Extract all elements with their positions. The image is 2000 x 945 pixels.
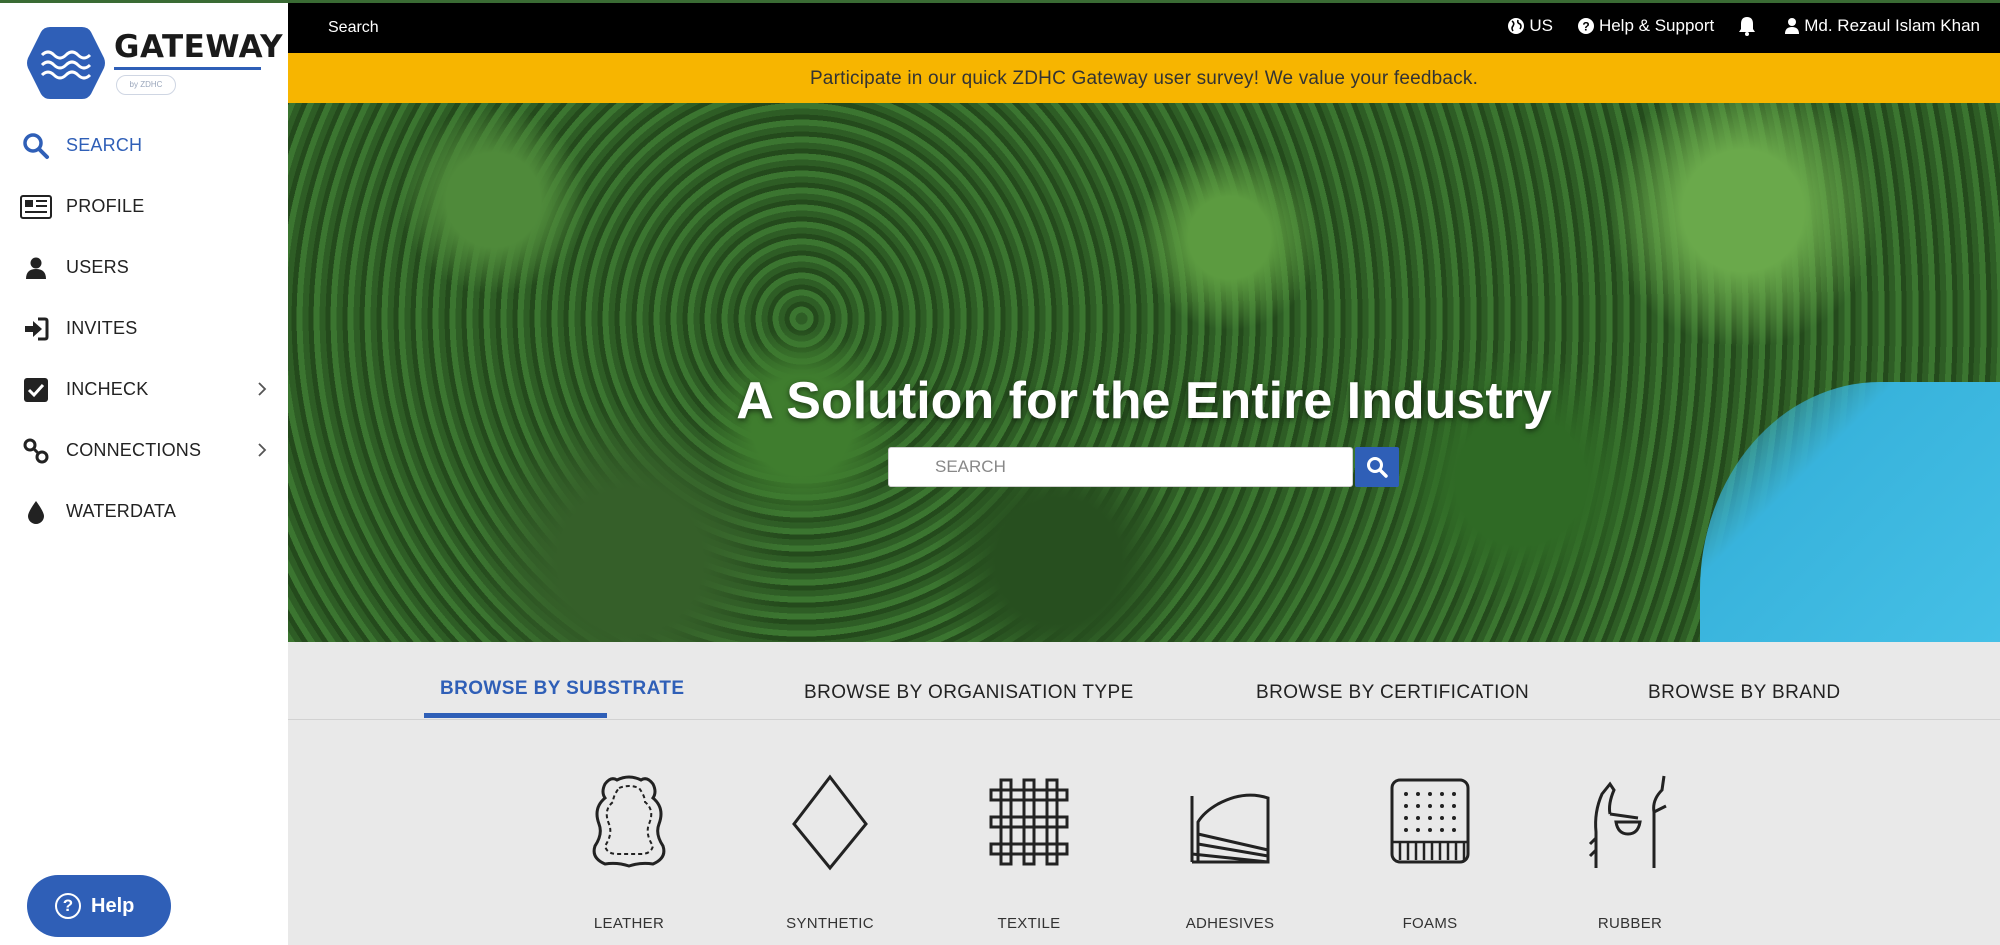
user-menu[interactable]: Md. Rezaul Islam Khan: [1784, 16, 1980, 36]
top-search-link[interactable]: Search: [328, 19, 379, 37]
hero-search-button[interactable]: [1355, 447, 1399, 487]
sidebar-item-users[interactable]: USERS: [0, 237, 288, 298]
textile-icon: [989, 778, 1069, 866]
browse-tabs: BROWSE BY SUBSTRATE BROWSE BY ORGANISATI…: [288, 642, 2000, 720]
chevron-right-icon: [258, 382, 267, 396]
substrate-label: SYNTHETIC: [786, 915, 874, 932]
hero-title: A Solution for the Entire Industry: [736, 372, 1552, 430]
top-bar-actions: US ? Help & Support Md. Rezaul Islam Kha…: [1483, 16, 1980, 36]
survey-banner: Participate in our quick ZDHC Gateway us…: [288, 53, 2000, 103]
sidebar-item-invites[interactable]: INVITES: [0, 298, 288, 359]
substrate-label: TEXTILE: [997, 915, 1061, 932]
chevron-right-icon: [258, 443, 267, 457]
tab-browse-by-substrate[interactable]: BROWSE BY SUBSTRATE: [440, 678, 684, 700]
sidebar: GATEWAY by ZDHC SEARCH PROFILE USERS INV…: [0, 3, 288, 945]
sidebar-item-waterdata[interactable]: WATERDATA: [0, 481, 288, 542]
survey-banner-text[interactable]: Participate in our quick ZDHC Gateway us…: [288, 68, 2000, 90]
svg-text:?: ?: [1582, 20, 1589, 34]
sidebar-item-label: INVITES: [66, 318, 138, 338]
sidebar-item-connections[interactable]: CONNECTIONS: [0, 420, 288, 481]
leather-icon: [592, 775, 666, 868]
profile-card-icon: [20, 191, 52, 223]
sidebar-item-label: PROFILE: [66, 196, 145, 216]
substrate-adhesives[interactable]: ADHESIVES: [1170, 772, 1290, 942]
sidebar-nav: SEARCH PROFILE USERS INVITES INCHECK CON…: [0, 115, 288, 542]
help-support-link[interactable]: ? Help & Support: [1577, 16, 1714, 36]
question-circle-icon: ?: [1577, 18, 1594, 34]
help-button-label: Help: [91, 894, 135, 917]
substrate-foams[interactable]: FOAMS: [1370, 772, 1490, 942]
sidebar-item-label: CONNECTIONS: [66, 440, 202, 460]
browse-section: BROWSE BY SUBSTRATE BROWSE BY ORGANISATI…: [288, 642, 2000, 945]
adhesives-icon: [1190, 793, 1270, 864]
substrate-synthetic[interactable]: SYNTHETIC: [770, 772, 890, 942]
app-window: GATEWAY by ZDHC SEARCH PROFILE USERS INV…: [0, 0, 2000, 945]
substrate-rubber[interactable]: RUBBER: [1570, 772, 1690, 942]
substrate-textile[interactable]: TEXTILE: [969, 772, 1089, 942]
sidebar-item-label: SEARCH: [66, 135, 143, 155]
substrate-leather[interactable]: LEATHER: [569, 772, 689, 942]
logo-wordmark: GATEWAY: [114, 29, 284, 65]
active-tab-indicator: [424, 713, 607, 718]
region-selector[interactable]: US: [1507, 16, 1553, 36]
synthetic-icon: [792, 774, 868, 871]
user-name: Md. Rezaul Islam Khan: [1804, 16, 1980, 35]
question-circle-icon: ?: [55, 893, 81, 919]
substrate-label: ADHESIVES: [1185, 915, 1275, 932]
logo-subtitle: by ZDHC: [116, 75, 176, 95]
tab-browse-by-organisation-type[interactable]: BROWSE BY ORGANISATION TYPE: [804, 682, 1134, 704]
substrate-label: FOAMS: [1402, 915, 1458, 932]
tab-browse-by-certification[interactable]: BROWSE BY CERTIFICATION: [1256, 682, 1529, 704]
rubber-icon: [1588, 775, 1667, 868]
hero-section: A Solution for the Entire Industry: [288, 103, 2000, 642]
sidebar-item-search[interactable]: SEARCH: [0, 115, 288, 176]
user-icon: [1785, 18, 1800, 34]
substrate-label: LEATHER: [593, 915, 665, 932]
sign-in-icon: [20, 313, 52, 345]
check-square-icon: [20, 374, 52, 406]
water-drop-icon: [20, 496, 52, 528]
tab-browse-by-brand[interactable]: BROWSE BY BRAND: [1648, 682, 1841, 704]
hero-search-input[interactable]: [888, 447, 1353, 487]
help-button[interactable]: ? Help: [27, 875, 171, 937]
logo-hexagon-icon: [27, 27, 105, 99]
top-bar: Search US ? Help & Support Md. Rezaul Is…: [288, 3, 2000, 53]
foams-icon: [1390, 778, 1470, 864]
substrate-label: RUBBER: [1597, 915, 1663, 932]
logo-underline: [114, 67, 261, 70]
sidebar-item-label: INCHECK: [66, 379, 149, 399]
sidebar-item-profile[interactable]: PROFILE: [0, 176, 288, 237]
help-support-label: Help & Support: [1598, 16, 1715, 35]
sidebar-item-label: USERS: [66, 257, 130, 277]
region-label: US: [1529, 16, 1553, 35]
user-icon: [20, 252, 52, 284]
link-icon: [20, 435, 52, 467]
notifications-button[interactable]: [1738, 16, 1760, 36]
gateway-logo[interactable]: GATEWAY by ZDHC: [26, 25, 283, 103]
sidebar-item-label: WATERDATA: [66, 501, 177, 521]
sidebar-item-incheck[interactable]: INCHECK: [0, 359, 288, 420]
search-icon: [20, 130, 52, 162]
globe-icon: [1508, 18, 1525, 34]
search-icon: [1367, 457, 1388, 478]
bell-icon: [1739, 17, 1756, 36]
